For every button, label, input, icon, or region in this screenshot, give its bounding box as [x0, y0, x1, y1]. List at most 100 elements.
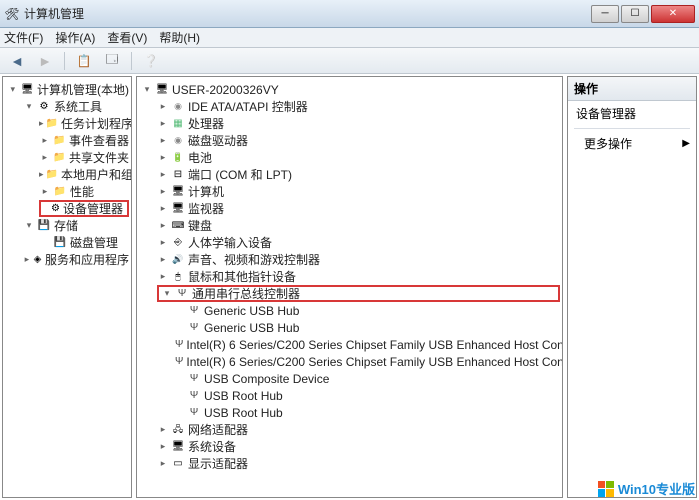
expand-icon[interactable]: ▾: [23, 101, 35, 113]
watermark: Win10专业版: [598, 479, 695, 498]
usb-icon: [187, 372, 201, 386]
expand-icon[interactable]: ▸: [157, 118, 169, 130]
tree-shared-folders[interactable]: ▸共享文件夹: [39, 149, 129, 166]
minimize-button[interactable]: ─: [591, 5, 619, 23]
tree-disk-management[interactable]: 磁盘管理: [39, 234, 129, 251]
scope-tree: ▾ 计算机管理(本地) ▾ 系统工具 ▸任务计划程序: [3, 77, 131, 272]
actions-panel: 操作 设备管理器 更多操作 ▶: [567, 76, 697, 498]
refresh-button[interactable]: 📋: [73, 51, 95, 71]
usb-ehci-1c26[interactable]: Intel(R) 6 Series/C200 Series Chipset Fa…: [173, 336, 560, 353]
expand-icon[interactable]: ▸: [157, 458, 169, 470]
display-icon: [171, 457, 185, 471]
device-keyboard[interactable]: ▸键盘: [157, 217, 560, 234]
expand-icon[interactable]: ▸: [157, 237, 169, 249]
help-button[interactable]: ❔: [140, 51, 162, 71]
device-sound[interactable]: ▸声音、视频和游戏控制器: [157, 251, 560, 268]
expand-icon[interactable]: ▸: [157, 441, 169, 453]
port-icon: [171, 168, 185, 182]
back-button[interactable]: ◄: [6, 51, 28, 71]
device-network-adapters[interactable]: ▸网络适配器: [157, 421, 560, 438]
main-area: ▾ 计算机管理(本地) ▾ 系统工具 ▸任务计划程序: [0, 74, 699, 500]
spacer: [173, 373, 185, 385]
spacer: [173, 407, 185, 419]
ide-icon: [171, 100, 185, 114]
tree-services-apps[interactable]: ▸服务和应用程序: [23, 251, 129, 268]
menu-help[interactable]: 帮助(H): [159, 29, 200, 46]
expand-icon[interactable]: ▸: [157, 203, 169, 215]
properties-button[interactable]: 🗔: [101, 51, 123, 71]
title-bar: 🛠 计算机管理 ─ ☐ ✕: [0, 0, 699, 28]
menu-view[interactable]: 查看(V): [107, 29, 147, 46]
device-root[interactable]: ▾USER-20200326VY: [141, 81, 560, 98]
expand-icon[interactable]: ▸: [157, 169, 169, 181]
expand-icon[interactable]: ▸: [157, 186, 169, 198]
device-battery[interactable]: ▸电池: [157, 149, 560, 166]
expand-icon[interactable]: ▸: [157, 271, 169, 283]
tree-storage[interactable]: ▾ 存储: [23, 217, 129, 234]
expand-icon[interactable]: ▸: [157, 152, 169, 164]
close-button[interactable]: ✕: [651, 5, 695, 23]
expand-icon[interactable]: ▸: [39, 152, 51, 164]
spacer: [43, 203, 49, 215]
keyboard-icon: [171, 219, 185, 233]
tree-system-tools[interactable]: ▾ 系统工具: [23, 98, 129, 115]
computer-icon: [21, 83, 34, 97]
device-display-adapters[interactable]: ▸显示适配器: [157, 455, 560, 472]
expand-icon[interactable]: ▸: [157, 135, 169, 147]
toolbar: ◄ ► 📋 🗔 ❔: [0, 48, 699, 74]
device-cpu[interactable]: ▸处理器: [157, 115, 560, 132]
forward-button[interactable]: ►: [34, 51, 56, 71]
disk-icon: [53, 236, 67, 250]
device-ports[interactable]: ▸端口 (COM 和 LPT): [157, 166, 560, 183]
device-monitor[interactable]: ▸监视器: [157, 200, 560, 217]
services-icon: [33, 253, 42, 267]
tree-local-users[interactable]: ▸本地用户和组: [39, 166, 129, 183]
device-usb-controllers[interactable]: ▾通用串行总线控制器: [157, 285, 560, 302]
expand-icon[interactable]: ▾: [161, 288, 173, 300]
more-actions-label: 更多操作: [584, 135, 632, 152]
scope-tree-panel: ▾ 计算机管理(本地) ▾ 系统工具 ▸任务计划程序: [2, 76, 132, 498]
usb-root-hub-2[interactable]: USB Root Hub: [173, 404, 560, 421]
expand-icon[interactable]: ▸: [157, 254, 169, 266]
window-title: 计算机管理: [24, 5, 591, 22]
expand-icon[interactable]: ▾: [7, 84, 19, 96]
tree-root-local-computer-management[interactable]: ▾ 计算机管理(本地): [7, 81, 129, 98]
computer-icon: [171, 185, 185, 199]
disk-icon: [171, 134, 185, 148]
expand-icon[interactable]: ▸: [39, 169, 44, 181]
expand-icon[interactable]: ▸: [39, 135, 51, 147]
expand-icon[interactable]: ▸: [39, 118, 44, 130]
menu-action[interactable]: 操作(A): [55, 29, 95, 46]
usb-root-hub-1[interactable]: USB Root Hub: [173, 387, 560, 404]
usb-ehci-1c2d[interactable]: Intel(R) 6 Series/C200 Series Chipset Fa…: [173, 353, 560, 370]
mouse-icon: [171, 270, 185, 284]
expand-icon[interactable]: ▾: [23, 220, 35, 232]
menu-file[interactable]: 文件(F): [4, 29, 43, 46]
tree-event-viewer[interactable]: ▸事件查看器: [39, 132, 129, 149]
spacer: [39, 237, 51, 249]
users-icon: [46, 168, 58, 182]
expand-icon[interactable]: ▸: [157, 220, 169, 232]
device-disk-drives[interactable]: ▸磁盘驱动器: [157, 132, 560, 149]
expand-icon[interactable]: ▸: [157, 101, 169, 113]
expand-icon[interactable]: ▾: [141, 84, 153, 96]
actions-context: 设备管理器: [568, 101, 696, 126]
device-ide[interactable]: ▸IDE ATA/ATAPI 控制器: [157, 98, 560, 115]
tree-performance[interactable]: ▸性能: [39, 183, 129, 200]
spacer: [173, 305, 185, 317]
expand-icon[interactable]: ▸: [23, 254, 31, 266]
device-computer[interactable]: ▸计算机: [157, 183, 560, 200]
device-hid[interactable]: ▸人体学输入设备: [157, 234, 560, 251]
tree-device-manager[interactable]: 设备管理器: [39, 200, 129, 217]
usb-generic-hub-1[interactable]: Generic USB Hub: [173, 302, 560, 319]
more-actions[interactable]: 更多操作 ▶: [568, 131, 696, 156]
expand-icon[interactable]: ▸: [39, 186, 51, 198]
usb-composite[interactable]: USB Composite Device: [173, 370, 560, 387]
device-mouse[interactable]: ▸鼠标和其他指针设备: [157, 268, 560, 285]
maximize-button[interactable]: ☐: [621, 5, 649, 23]
device-system-devices[interactable]: ▸系统设备: [157, 438, 560, 455]
usb-icon: [187, 304, 201, 318]
tree-task-scheduler[interactable]: ▸任务计划程序: [39, 115, 129, 132]
usb-generic-hub-2[interactable]: Generic USB Hub: [173, 319, 560, 336]
expand-icon[interactable]: ▸: [157, 424, 169, 436]
